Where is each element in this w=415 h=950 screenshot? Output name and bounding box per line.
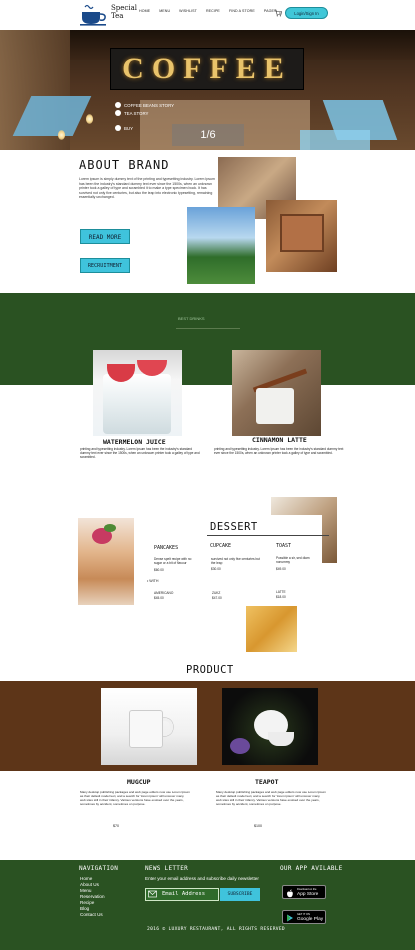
newsletter-desc: Enter your email address and subscribe d… (145, 876, 259, 881)
coffee-sign-text: COFFEE (122, 52, 292, 85)
google-play-small: GET IT ON (297, 913, 310, 916)
teapot-title[interactable]: TEAPOT (255, 778, 278, 786)
nav-find-a-store[interactable]: FIND A STORE (229, 9, 255, 13)
mint-leaf (104, 524, 116, 532)
watermelon-juice-desc: printing and typesetting industry. Lorem… (80, 447, 200, 459)
cart-count: 0 (279, 11, 281, 15)
slide-dot[interactable] (115, 125, 121, 131)
hero-link-buy[interactable]: BUY (124, 126, 133, 131)
copyright: 2016 © LUXURY RESTAURANT, ALL RIGHTS RES… (147, 927, 285, 932)
recruitment-button[interactable]: RECRUITMENT (80, 258, 130, 273)
cinnamon-latte-image[interactable] (232, 350, 321, 436)
watermelon-juice-image[interactable] (93, 350, 182, 436)
mugcup-price: $70 (113, 824, 119, 828)
tea-plantation-image (187, 207, 255, 284)
teapot-price: $100 (254, 824, 262, 828)
americano-title: AMERICANO (154, 591, 174, 595)
cinnamon-latte-title[interactable]: CINNAMON LATTE (252, 436, 307, 444)
slide-counter: 1/6 (172, 124, 244, 146)
envelope-icon (148, 890, 157, 898)
teapot-image[interactable] (222, 688, 318, 765)
waffle-image (246, 606, 297, 652)
nav-home[interactable]: HOME (139, 9, 150, 13)
light-bulb-icon (58, 130, 65, 140)
slide-dot[interactable] (115, 110, 121, 116)
dessert-title: DESSERT (210, 521, 258, 533)
nav-recipe[interactable]: RECIPE (206, 9, 220, 13)
product-band (0, 681, 415, 771)
mugcup-desc: Many desktop publishing packages and web… (80, 790, 190, 806)
toast-price: $49.00 (276, 567, 286, 571)
glass (103, 374, 171, 434)
mugcup-image[interactable] (101, 688, 197, 765)
drinks-divider (176, 328, 240, 329)
site-header: Special Tea HOME MENU WISHLIST RECIPE FI… (0, 0, 415, 30)
google-play-icon (287, 914, 293, 922)
drinks-band (0, 293, 415, 385)
footer-link-contact-us[interactable]: Contact Us (80, 912, 105, 918)
hero-link-tea-story[interactable]: TEA STORY (124, 111, 148, 116)
drinks-heading: BEST DRINKS (178, 316, 205, 321)
footer-nav-title: NAVIGATION (79, 865, 119, 872)
americano-price: $45.00 (154, 596, 164, 600)
about-body: Lorem ipsum is simply dummy text of the … (79, 177, 215, 200)
cinnamon-latte-desc: printing and typesetting industry. Lorem… (214, 447, 344, 455)
product-title: PRODUCT (186, 664, 234, 676)
nav-menu[interactable]: MENU (159, 9, 170, 13)
about-title: ABOUT BRAND (79, 158, 170, 172)
hero-link-coffee-beans-story[interactable]: COFFEE BEANS STORY (124, 103, 174, 108)
newsletter-title: NEWS LETTER (145, 865, 189, 872)
cupcake-price: $30.00 (211, 567, 221, 571)
zukz-title: ZUKZ (212, 591, 221, 595)
brand-line2: Tea (111, 12, 124, 20)
google-play-label: Google Play (297, 917, 324, 922)
latte-price: $18.00 (276, 595, 286, 599)
site-footer (0, 860, 415, 950)
pancakes-price: $60.00 (154, 568, 164, 572)
pancakes-title: PANCAKES (154, 545, 179, 551)
tray (280, 214, 324, 252)
app-store-label: App Store (297, 892, 319, 897)
tea-cup-logo-icon[interactable] (79, 3, 109, 27)
teapot-desc: Many desktop publishing packages and web… (216, 790, 326, 806)
mugcup-title[interactable]: MUGCUP (127, 778, 150, 786)
cupcake-desc: survived not only five centuries but the… (211, 557, 260, 565)
apple-icon (286, 889, 293, 897)
zukz-price: $47.00 (212, 596, 222, 600)
lavender (230, 738, 250, 754)
teacup (268, 732, 294, 746)
cupcake-title: CUPCAKE (210, 543, 232, 549)
login-button[interactable]: Login/Sign In (285, 7, 328, 19)
mug (129, 710, 163, 748)
watermelon-juice-title[interactable]: WATERMELON JUICE (103, 438, 166, 446)
subscribe-button[interactable]: SUBSCRIBE (220, 888, 260, 901)
dessert-divider (207, 535, 329, 536)
nav-wishlist[interactable]: WISHLIST (179, 9, 197, 13)
light-bulb-icon (86, 114, 93, 124)
brand-line1: Special (111, 4, 137, 12)
google-play-button[interactable]: GET IT ON Google Play (282, 910, 326, 924)
app-store-button[interactable]: Download on the App Store (282, 885, 326, 899)
app-title: OUR APP AVILABLE (280, 865, 343, 872)
latte-title: LATTE (276, 590, 286, 594)
mug (256, 388, 294, 424)
brand-name[interactable]: Special Tea (111, 4, 137, 20)
app-store-small: Download on the (297, 888, 317, 891)
with-label: • WITH (147, 579, 159, 583)
read-more-button[interactable]: READ MORE (80, 229, 130, 244)
toast-desc: Possible a sir, sed diam nonummy (276, 556, 310, 564)
footer-nav-list: Home About Us Menu Reservation Recipe Bl… (80, 876, 105, 918)
email-placeholder: Email Address (162, 891, 206, 897)
slide-dot[interactable] (115, 102, 121, 108)
toast-title: TOAST (276, 543, 292, 549)
tea-tray-image (266, 200, 337, 272)
pancake-image (78, 518, 134, 605)
pancakes-desc: Dense spelt recipe with no sugar or a bi… (154, 557, 192, 565)
hero-window (300, 130, 370, 150)
